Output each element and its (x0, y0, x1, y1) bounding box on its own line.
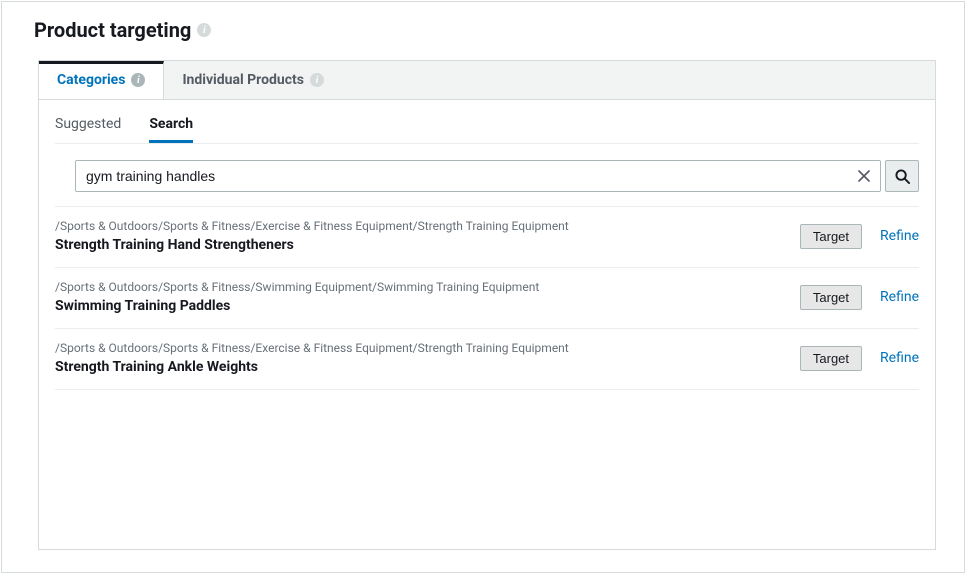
search-input[interactable] (76, 161, 848, 191)
result-path: /Sports & Outdoors/Sports & Fitness/Exer… (55, 341, 800, 355)
info-icon[interactable]: i (310, 73, 324, 87)
search-row (39, 144, 935, 206)
sub-tabs: Suggested Search (39, 100, 935, 143)
tab-individual-products[interactable]: Individual Products i (164, 61, 342, 99)
tab-categories[interactable]: Categories i (39, 61, 164, 99)
subtab-suggested-label: Suggested (55, 116, 121, 132)
tab-individual-label: Individual Products (182, 72, 304, 88)
target-button[interactable]: Target (800, 224, 862, 249)
result-info: /Sports & Outdoors/Sports & Fitness/Swim… (55, 280, 800, 314)
main-tabs: Categories i Individual Products i (39, 61, 935, 100)
result-row: /Sports & Outdoors/Sports & Fitness/Exer… (55, 206, 919, 267)
results-list: /Sports & Outdoors/Sports & Fitness/Exer… (39, 206, 935, 390)
refine-link[interactable]: Refine (880, 350, 919, 366)
result-name: Strength Training Hand Strengtheners (55, 237, 800, 253)
tab-categories-label: Categories (57, 72, 125, 88)
result-info: /Sports & Outdoors/Sports & Fitness/Exer… (55, 341, 800, 375)
subtab-search[interactable]: Search (149, 110, 193, 143)
refine-link[interactable]: Refine (880, 289, 919, 305)
clear-icon[interactable] (848, 170, 880, 182)
result-info: /Sports & Outdoors/Sports & Fitness/Exer… (55, 219, 800, 253)
info-icon[interactable]: i (197, 23, 211, 37)
target-button[interactable]: Target (800, 346, 862, 371)
close-icon (858, 170, 870, 182)
subtab-search-label: Search (149, 116, 193, 132)
panel-header: Product targeting i (2, 2, 964, 52)
result-row: /Sports & Outdoors/Sports & Fitness/Swim… (55, 267, 919, 328)
subtab-suggested[interactable]: Suggested (55, 110, 121, 143)
result-row: /Sports & Outdoors/Sports & Fitness/Exer… (55, 328, 919, 390)
page-title-text: Product targeting (34, 18, 191, 42)
search-button[interactable] (885, 160, 919, 192)
search-icon (895, 169, 910, 184)
product-targeting-panel: Product targeting i Categories i Individ… (1, 1, 965, 573)
refine-link[interactable]: Refine (880, 228, 919, 244)
page-title: Product targeting i (34, 18, 940, 42)
info-icon[interactable]: i (131, 73, 145, 87)
content-box: Categories i Individual Products i Sugge… (38, 60, 936, 550)
target-button[interactable]: Target (800, 285, 862, 310)
result-path: /Sports & Outdoors/Sports & Fitness/Swim… (55, 280, 800, 294)
result-name: Strength Training Ankle Weights (55, 359, 800, 375)
result-name: Swimming Training Paddles (55, 298, 800, 314)
result-path: /Sports & Outdoors/Sports & Fitness/Exer… (55, 219, 800, 233)
search-input-wrap (75, 160, 881, 192)
